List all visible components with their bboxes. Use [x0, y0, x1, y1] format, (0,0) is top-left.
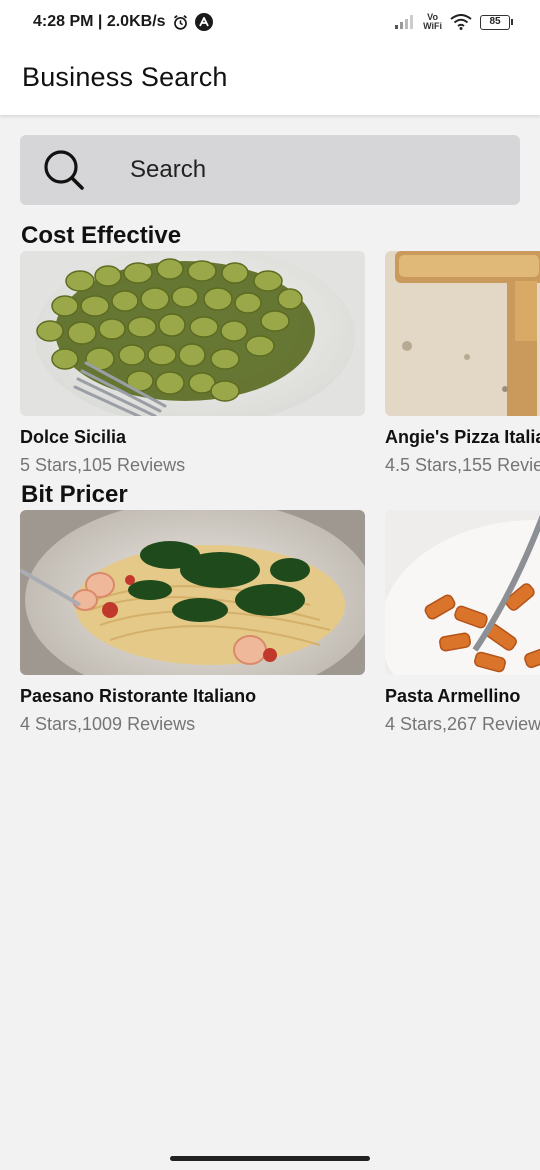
status-time: 4:28 PM | 2.0KB/s: [33, 13, 166, 30]
app-notification-icon: [194, 13, 213, 31]
battery-icon: 85: [480, 14, 513, 30]
alarm-icon: [173, 14, 187, 30]
app-bar: Business Search: [0, 48, 540, 115]
business-name: Angie's Pizza Italian: [385, 427, 540, 447]
bread-photo: [385, 251, 540, 416]
penne-photo: [385, 510, 540, 675]
business-card[interactable]: Dolce Sicilia 5 Stars,105 Reviews: [20, 251, 365, 491]
shrimp-pasta-photo: [20, 510, 365, 675]
search-icon[interactable]: [42, 148, 86, 192]
signal-icon: [395, 15, 414, 29]
business-name: Pasta Armellino: [385, 686, 521, 706]
status-bar: 4:28 PM | 2.0KB/s Vo WiFi 85: [0, 0, 540, 48]
gnocchi-pesto-photo: [20, 251, 365, 416]
section-title-bit-pricer: Bit Pricer: [21, 481, 128, 508]
business-card[interactable]: Pasta Armellino 4 Stars,267 Reviews: [385, 510, 540, 750]
business-rating: 5 Stars,105 Reviews: [20, 455, 186, 475]
business-rating: 4 Stars,1009 Reviews: [20, 714, 196, 734]
business-name: Paesano Ristorante Italiano: [20, 686, 257, 706]
business-name: Dolce Sicilia: [20, 427, 127, 447]
search-input[interactable]: [130, 155, 490, 185]
business-rating: 4 Stars,267 Reviews: [385, 714, 540, 734]
home-indicator[interactable]: [170, 1156, 370, 1161]
section-title-cost-effective: Cost Effective: [21, 222, 182, 249]
horizontal-list-bit-pricer[interactable]: Paesano Ristorante Italiano 4 Stars,1009…: [20, 510, 540, 750]
horizontal-list-cost-effective[interactable]: Dolce Sicilia 5 Stars,105 Reviews Angie'…: [20, 251, 540, 491]
status-right: Vo WiFi 85: [395, 12, 513, 31]
search-bar[interactable]: [20, 135, 520, 205]
business-rating: 4.5 Stars,155 Reviews: [385, 455, 540, 475]
page-title: Business Search: [22, 62, 228, 92]
business-card[interactable]: Angie's Pizza Italian 4.5 Stars,155 Revi…: [385, 251, 540, 491]
business-card[interactable]: Paesano Ristorante Italiano 4 Stars,1009…: [20, 510, 365, 750]
vowifi-badge: Vo WiFi: [423, 12, 442, 31]
wifi-icon: [450, 14, 472, 30]
status-left: 4:28 PM | 2.0KB/s: [33, 13, 213, 31]
